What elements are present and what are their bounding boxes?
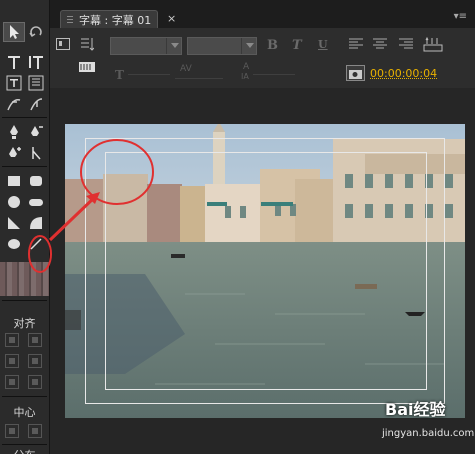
- highlight-circle-tool: [28, 235, 52, 273]
- annotation-arrow: [48, 194, 98, 242]
- red-annotation-overlay: [28, 139, 154, 273]
